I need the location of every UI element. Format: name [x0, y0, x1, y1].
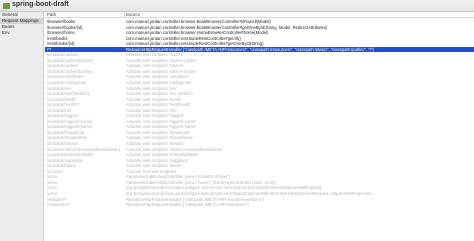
window-title: spring-boot-draft [12, 1, 69, 8]
table-row[interactable]: /resources/** ResourceHttpRequestHandler … [45, 202, 474, 208]
column-header-path[interactable]: Path [47, 12, 56, 18]
sidebar-item-env[interactable]: Env [0, 30, 43, 36]
title-bar: spring-boot-draft [0, 0, 474, 12]
mappings-table: Path Source /browser/books com.manuel.jor… [45, 12, 474, 241]
table-body: /browser/books com.manuel.jordan.controll… [45, 19, 474, 208]
column-header-source[interactable]: Source [126, 12, 140, 18]
app-window: spring-boot-draft General Request Mappin… [0, 0, 474, 241]
table-header: Path Source [45, 12, 474, 18]
row-source: ResourceHttpRequestHandler ["classpath:/… [126, 202, 249, 208]
column-divider[interactable] [124, 12, 125, 18]
sidebar: General Request Mappings Beans Env [0, 12, 44, 241]
app-icon [3, 3, 10, 9]
row-path: /resources/** [47, 202, 71, 208]
